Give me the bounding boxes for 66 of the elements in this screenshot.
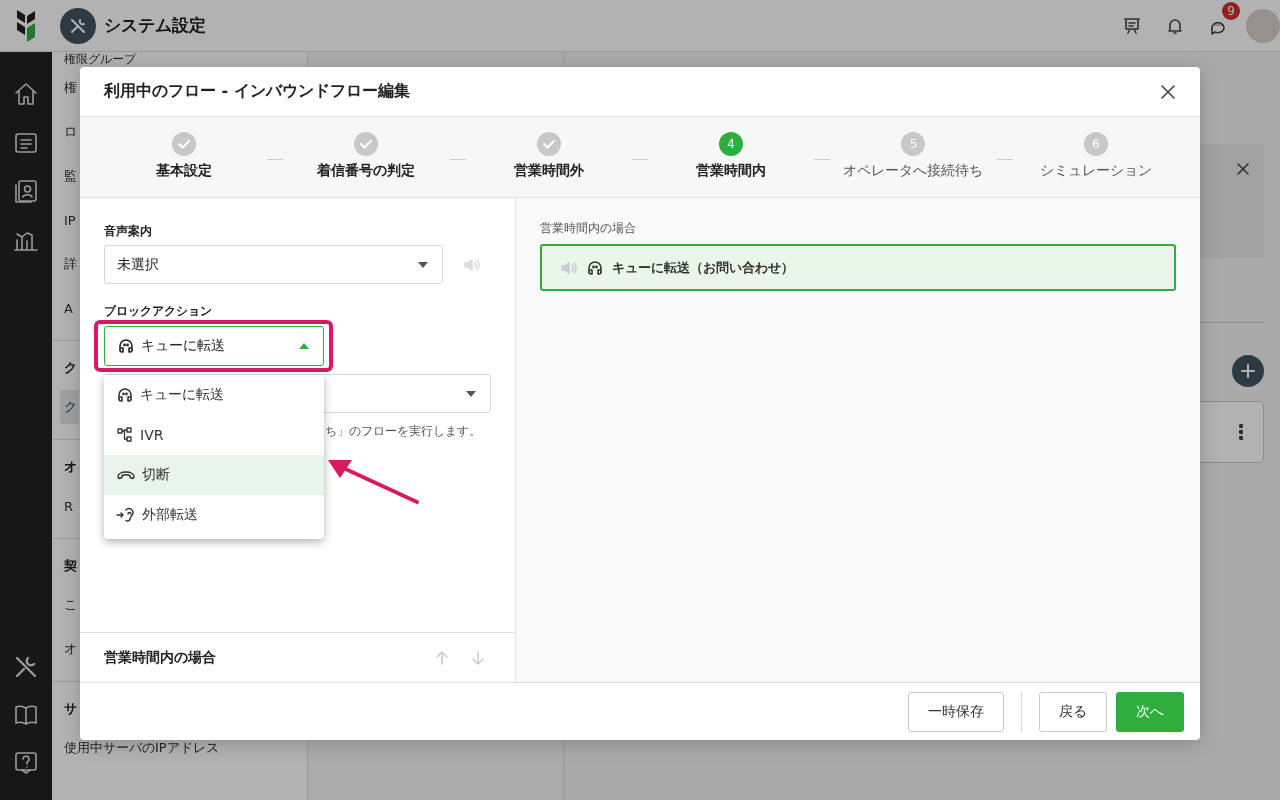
step-label: オペレータへ接続待ち <box>843 162 984 180</box>
action-button[interactable]: 戻る <box>1039 691 1107 732</box>
notification-badge: 9 <box>1222 1 1240 20</box>
branch-diagram-icon <box>116 426 134 444</box>
flow-block[interactable]: キューに転送（お問い合わせ） <box>540 244 1176 291</box>
plus-icon <box>1240 363 1256 379</box>
voice-guide-select[interactable]: 未選択 <box>104 245 443 284</box>
contact-card-icon[interactable] <box>13 178 39 204</box>
help-icon[interactable] <box>13 750 39 776</box>
tools-icon[interactable] <box>13 654 39 680</box>
menu-item[interactable]: A <box>64 297 73 319</box>
menu-item[interactable]: R <box>64 495 74 517</box>
list-card-icon[interactable] <box>13 130 39 156</box>
step-indicator: 4 <box>719 132 744 156</box>
block-label: キューに転送（お問い合わせ） <box>612 258 794 277</box>
presentation-board-icon[interactable] <box>1122 15 1142 36</box>
book-icon[interactable] <box>13 702 39 728</box>
menu-item[interactable]: ロ <box>64 121 77 143</box>
logo-icon <box>15 7 37 44</box>
step-label: 営業時間外 <box>513 162 584 180</box>
page-title: システム設定 <box>104 14 206 37</box>
check-icon <box>177 137 192 151</box>
menu-item[interactable]: オ <box>64 638 77 660</box>
step-label: 基本設定 <box>156 162 213 180</box>
action-button[interactable]: 一時保存 <box>908 691 1004 732</box>
close-button[interactable] <box>1160 83 1176 100</box>
menu-heading: オ <box>64 458 77 476</box>
preview-label: 営業時間内の場合 <box>540 220 637 237</box>
check-icon <box>359 137 374 151</box>
modal-title: 利用中のフロー - インバウンドフロー編集 <box>104 81 411 102</box>
dropdown-option[interactable]: 切断 <box>104 455 324 495</box>
speaker-icon <box>560 259 578 276</box>
dropdown-option[interactable]: 外部転送 <box>104 495 324 535</box>
menu-item[interactable]: こ <box>64 594 77 616</box>
more-icon[interactable] <box>1239 424 1243 440</box>
helper-text: ち」のフローを実行します。 <box>325 423 482 440</box>
close-icon <box>1160 83 1176 100</box>
headset-icon <box>586 258 604 277</box>
home-icon[interactable] <box>12 80 40 108</box>
field-label: ブロックアクション <box>104 304 213 318</box>
arrow-ear-icon <box>116 506 136 524</box>
close-icon[interactable] <box>1236 162 1250 176</box>
step-label: 着信番号の判定 <box>317 162 416 180</box>
add-button[interactable] <box>1232 355 1264 387</box>
check-icon <box>541 137 556 151</box>
menu-item[interactable]: 権 <box>64 77 77 99</box>
headset-icon <box>116 386 134 404</box>
menu-item[interactable]: 権限グループ <box>64 52 136 66</box>
menu-heading: ク <box>64 359 77 377</box>
menu-item[interactable]: 詳 <box>64 253 77 275</box>
menu-heading: サ <box>64 700 77 718</box>
dropdown-option[interactable]: キューに転送 <box>104 375 324 415</box>
headset-icon <box>117 337 135 355</box>
step-label: 営業時間内 <box>696 162 767 180</box>
menu-item[interactable]: IP <box>64 209 76 231</box>
dropdown-option[interactable]: IVR <box>104 415 324 455</box>
section-title: 営業時間内の場合 <box>104 648 217 667</box>
tools-icon <box>69 16 87 35</box>
speaker-icon <box>463 256 481 273</box>
block-action-select[interactable]: キューに転送 <box>104 326 324 366</box>
menu-item[interactable]: ク <box>60 390 79 424</box>
menu-item[interactable]: 監 <box>64 165 77 187</box>
step-label: シミュレーション <box>1039 162 1152 180</box>
menu-heading: 契 <box>64 557 77 575</box>
menu-item[interactable]: 使用中サーバのIPアドレス <box>64 737 219 759</box>
field-label: 音声案内 <box>104 224 153 238</box>
